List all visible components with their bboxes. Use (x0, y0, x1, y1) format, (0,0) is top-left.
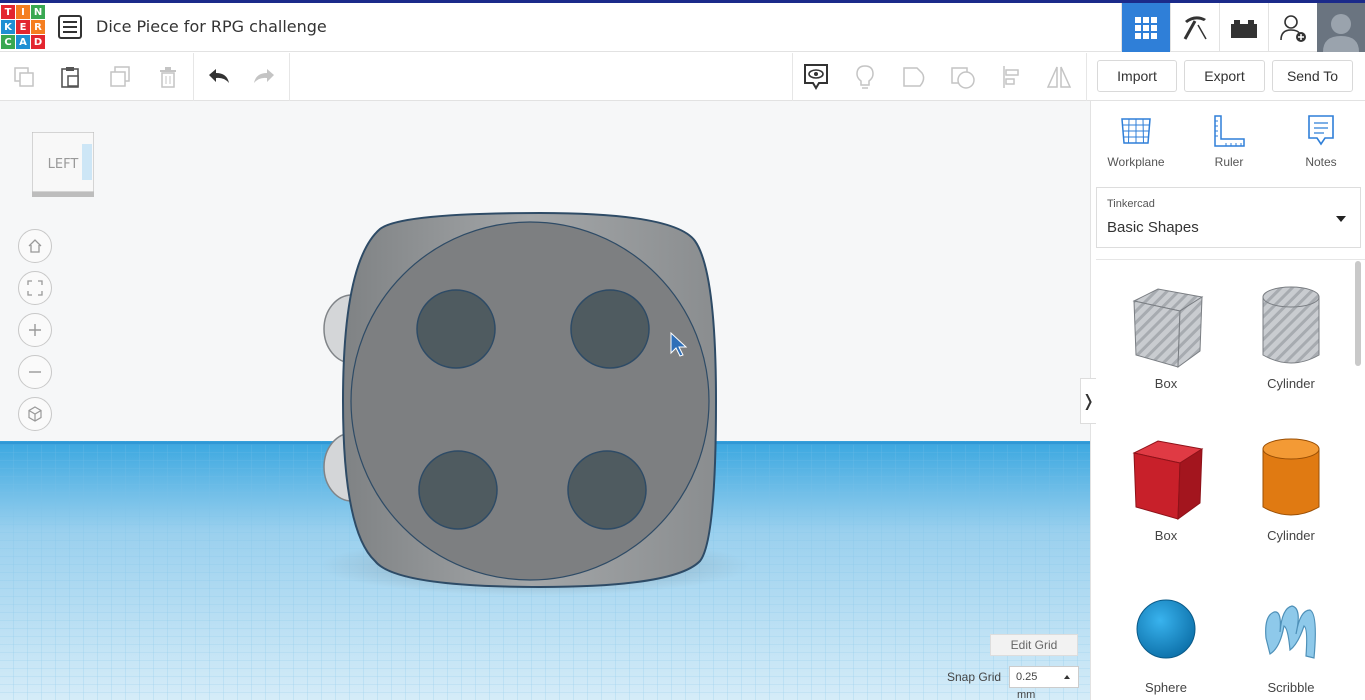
snap-grid-caret-icon (1064, 675, 1070, 679)
workplane-tool[interactable]: Workplane (1101, 113, 1171, 169)
undo-icon[interactable] (202, 61, 234, 93)
pickaxe-icon[interactable] (1170, 3, 1219, 52)
mirror-icon[interactable] (1043, 61, 1075, 93)
shape-cylinder-solid[interactable]: Cylinder (1236, 437, 1346, 549)
dice-face (350, 221, 710, 581)
dice-pip (416, 289, 496, 369)
dropdown-caret-icon (1336, 216, 1346, 222)
perspective-icon[interactable] (18, 397, 52, 431)
chevron-right-icon: ❭ (1081, 393, 1096, 410)
ruler-icon (1214, 115, 1245, 147)
logo-letter: E (16, 20, 30, 34)
view-cube[interactable]: LEFT (31, 131, 95, 198)
export-button[interactable]: Export (1184, 60, 1265, 92)
header-right-tabs (1121, 3, 1365, 52)
workplane-scene (0, 211, 1090, 700)
logo-letter: D (31, 35, 45, 49)
group-icon[interactable] (898, 61, 930, 93)
show-hide-icon[interactable] (800, 61, 832, 93)
home-view-icon[interactable] (18, 229, 52, 263)
bricks-icon[interactable] (1219, 3, 1268, 52)
shape-scribble[interactable]: Scribble (1236, 598, 1346, 698)
ungroup-icon[interactable] (947, 61, 979, 93)
profile-avatar[interactable] (1317, 3, 1365, 52)
library-category: Tinkercad (1107, 198, 1155, 210)
add-user-icon[interactable] (1268, 3, 1317, 52)
shape-label: Cylinder (1267, 376, 1315, 391)
panel-scrollbar[interactable] (1355, 261, 1361, 366)
shapes-panel: Workplane Ruler Notes Tinkercad Basic Sh… (1090, 101, 1365, 700)
shapes-grid: Box Cylinder Box Cylinder Sphere Scribbl… (1096, 259, 1365, 700)
tinkercad-logo[interactable]: T I N K E R C A D (1, 5, 45, 49)
snap-grid-unit: mm (1017, 689, 1036, 700)
design-title[interactable]: Dice Piece for RPG challenge (96, 17, 327, 36)
shape-label: Scribble (1267, 680, 1315, 695)
lightbulb-icon[interactable] (849, 61, 881, 93)
duplicate-icon[interactable] (104, 61, 136, 93)
import-button[interactable]: Import (1097, 60, 1177, 92)
app-header: T I N K E R C A D Dice Piece for RPG cha… (0, 3, 1365, 52)
view-cube-label: LEFT (48, 157, 79, 172)
zoom-out-icon[interactable] (18, 355, 52, 389)
ruler-tool[interactable]: Ruler (1194, 113, 1264, 169)
shape-label: Box (1154, 376, 1178, 391)
edit-toolbar: Import Export Send To (0, 53, 1365, 101)
dice-pip (570, 289, 650, 369)
copy-icon[interactable] (8, 61, 40, 93)
logo-letter: C (1, 35, 15, 49)
library-name: Basic Shapes (1107, 219, 1199, 236)
design-menu-icon[interactable] (58, 15, 82, 39)
shape-cylinder-hole[interactable]: Cylinder (1236, 285, 1346, 397)
logo-letter: A (16, 35, 30, 49)
snap-grid-label: Snap Grid (947, 670, 1002, 684)
logo-letter: I (16, 5, 30, 19)
align-icon[interactable] (996, 61, 1028, 93)
dice-pip (418, 450, 498, 530)
shape-library-select[interactable]: Tinkercad Basic Shapes (1096, 187, 1361, 248)
snap-grid-select[interactable]: 0.25 (1009, 666, 1079, 688)
ruler-label: Ruler (1214, 155, 1244, 169)
workplane-icon (1121, 118, 1151, 144)
zoom-in-icon[interactable] (18, 313, 52, 347)
shape-sphere[interactable]: Sphere (1111, 598, 1221, 698)
shape-box-solid[interactable]: Box (1111, 437, 1221, 549)
logo-letter: K (1, 20, 15, 34)
snap-grid-value: 0.25 (1016, 671, 1038, 683)
send-to-button[interactable]: Send To (1272, 60, 1353, 92)
notes-tool[interactable]: Notes (1286, 113, 1356, 169)
grid-view-icon[interactable] (1121, 3, 1170, 52)
shape-label: Box (1154, 528, 1178, 543)
dice-pip (567, 450, 647, 530)
shape-label: Sphere (1145, 680, 1187, 695)
paste-icon[interactable] (55, 61, 87, 93)
notes-label: Notes (1305, 155, 1337, 169)
panel-collapse-button[interactable]: ❭ (1080, 378, 1096, 424)
logo-letter: R (31, 20, 45, 34)
shape-label: Cylinder (1267, 528, 1315, 543)
delete-icon[interactable] (152, 61, 184, 93)
3d-viewport[interactable]: LEFT Edit Grid Snap Grid 0.25 mm (0, 101, 1090, 700)
edit-grid-button[interactable]: Edit Grid (990, 634, 1078, 656)
logo-letter: N (31, 5, 45, 19)
fit-view-icon[interactable] (18, 271, 52, 305)
logo-letter: T (1, 5, 15, 19)
workplane-label: Workplane (1107, 155, 1165, 169)
notes-icon (1308, 115, 1334, 146)
shape-box-hole[interactable]: Box (1111, 285, 1221, 397)
redo-icon[interactable] (249, 61, 281, 93)
